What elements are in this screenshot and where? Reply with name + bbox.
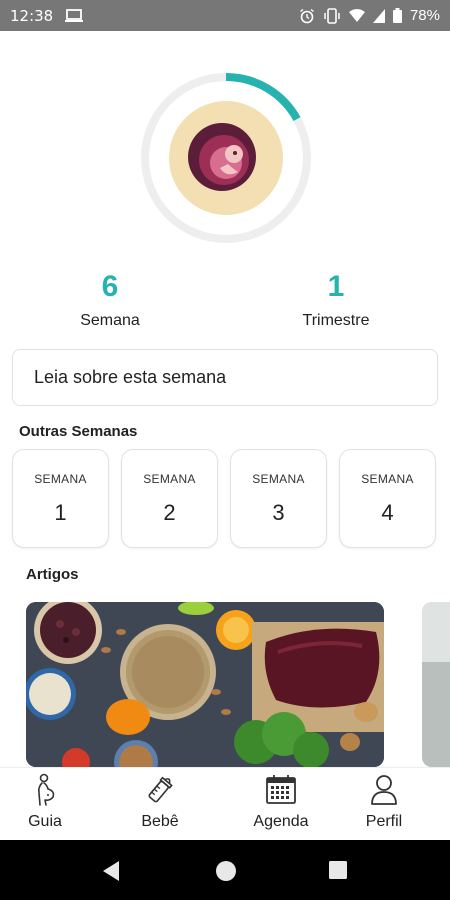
recents-icon[interactable]	[328, 860, 348, 885]
week-card-1[interactable]: SEMANA 1	[12, 449, 109, 548]
week-label: Semana	[80, 312, 140, 329]
nav-bebe-label: Bebê	[141, 813, 179, 830]
week-number: 6	[101, 270, 119, 303]
battery-level: 78%	[409, 7, 440, 24]
trimester-label: Trimestre	[302, 312, 370, 329]
alarm-icon	[299, 8, 315, 24]
nav-guia-label: Guia	[28, 813, 62, 830]
week-card-label: SEMANA	[34, 472, 87, 486]
week-card-label: SEMANA	[143, 472, 196, 486]
week-progress-ring	[136, 68, 316, 248]
nav-bebe[interactable]: Bebê	[115, 768, 205, 841]
laptop-icon	[65, 8, 84, 23]
current-trimester-stat: 1 Trimestre	[266, 270, 406, 330]
week-card-number: 3	[272, 500, 285, 525]
week-card-3[interactable]: SEMANA 3	[230, 449, 327, 548]
status-time: 12:38	[10, 6, 54, 25]
week-card-number: 2	[163, 500, 176, 525]
home-icon[interactable]	[215, 860, 237, 887]
healthy-food-image	[26, 602, 384, 767]
week-card-number: 1	[54, 500, 67, 525]
pregnant-icon	[38, 773, 55, 806]
nav-perfil-label: Perfil	[365, 813, 403, 830]
other-weeks-list: SEMANA 1 SEMANA 2 SEMANA 3 SEMANA 4	[12, 449, 436, 548]
nav-agenda-label: Agenda	[253, 813, 309, 830]
system-navigation-bar	[0, 840, 450, 900]
week-card-number: 4	[381, 500, 394, 525]
baby-bottle-icon	[148, 776, 173, 803]
week-card-label: SEMANA	[252, 472, 305, 486]
nav-perfil[interactable]: Perfil	[339, 768, 429, 841]
article-card-2[interactable]	[422, 602, 450, 767]
week-card-4[interactable]: SEMANA 4	[339, 449, 436, 548]
wifi-icon	[348, 8, 365, 23]
embryo-icon	[169, 101, 283, 215]
read-this-week-label: Leia sobre esta semana	[34, 367, 227, 387]
week-card-label: SEMANA	[361, 472, 414, 486]
battery-icon	[392, 8, 402, 23]
read-this-week-button[interactable]: Leia sobre esta semana	[12, 349, 438, 406]
week-card-2[interactable]: SEMANA 2	[121, 449, 218, 548]
articles-title: Artigos	[26, 566, 79, 583]
trimester-number: 1	[327, 270, 345, 303]
article-image-partial	[422, 602, 450, 767]
signal-icon	[372, 8, 385, 23]
other-weeks-title: Outras Semanas	[19, 423, 138, 440]
bottom-navigation: Guia Bebê Agenda Perfil	[0, 767, 450, 840]
status-bar: 12:38 78%	[0, 0, 450, 31]
current-week-stat: 6 Semana	[40, 270, 180, 330]
calendar-icon	[266, 775, 296, 804]
article-card-1[interactable]	[26, 602, 384, 767]
back-icon[interactable]	[101, 860, 121, 887]
vibrate-icon	[323, 7, 341, 24]
nav-guia[interactable]: Guia	[0, 768, 90, 841]
nav-agenda[interactable]: Agenda	[236, 768, 326, 841]
user-icon	[371, 775, 397, 805]
